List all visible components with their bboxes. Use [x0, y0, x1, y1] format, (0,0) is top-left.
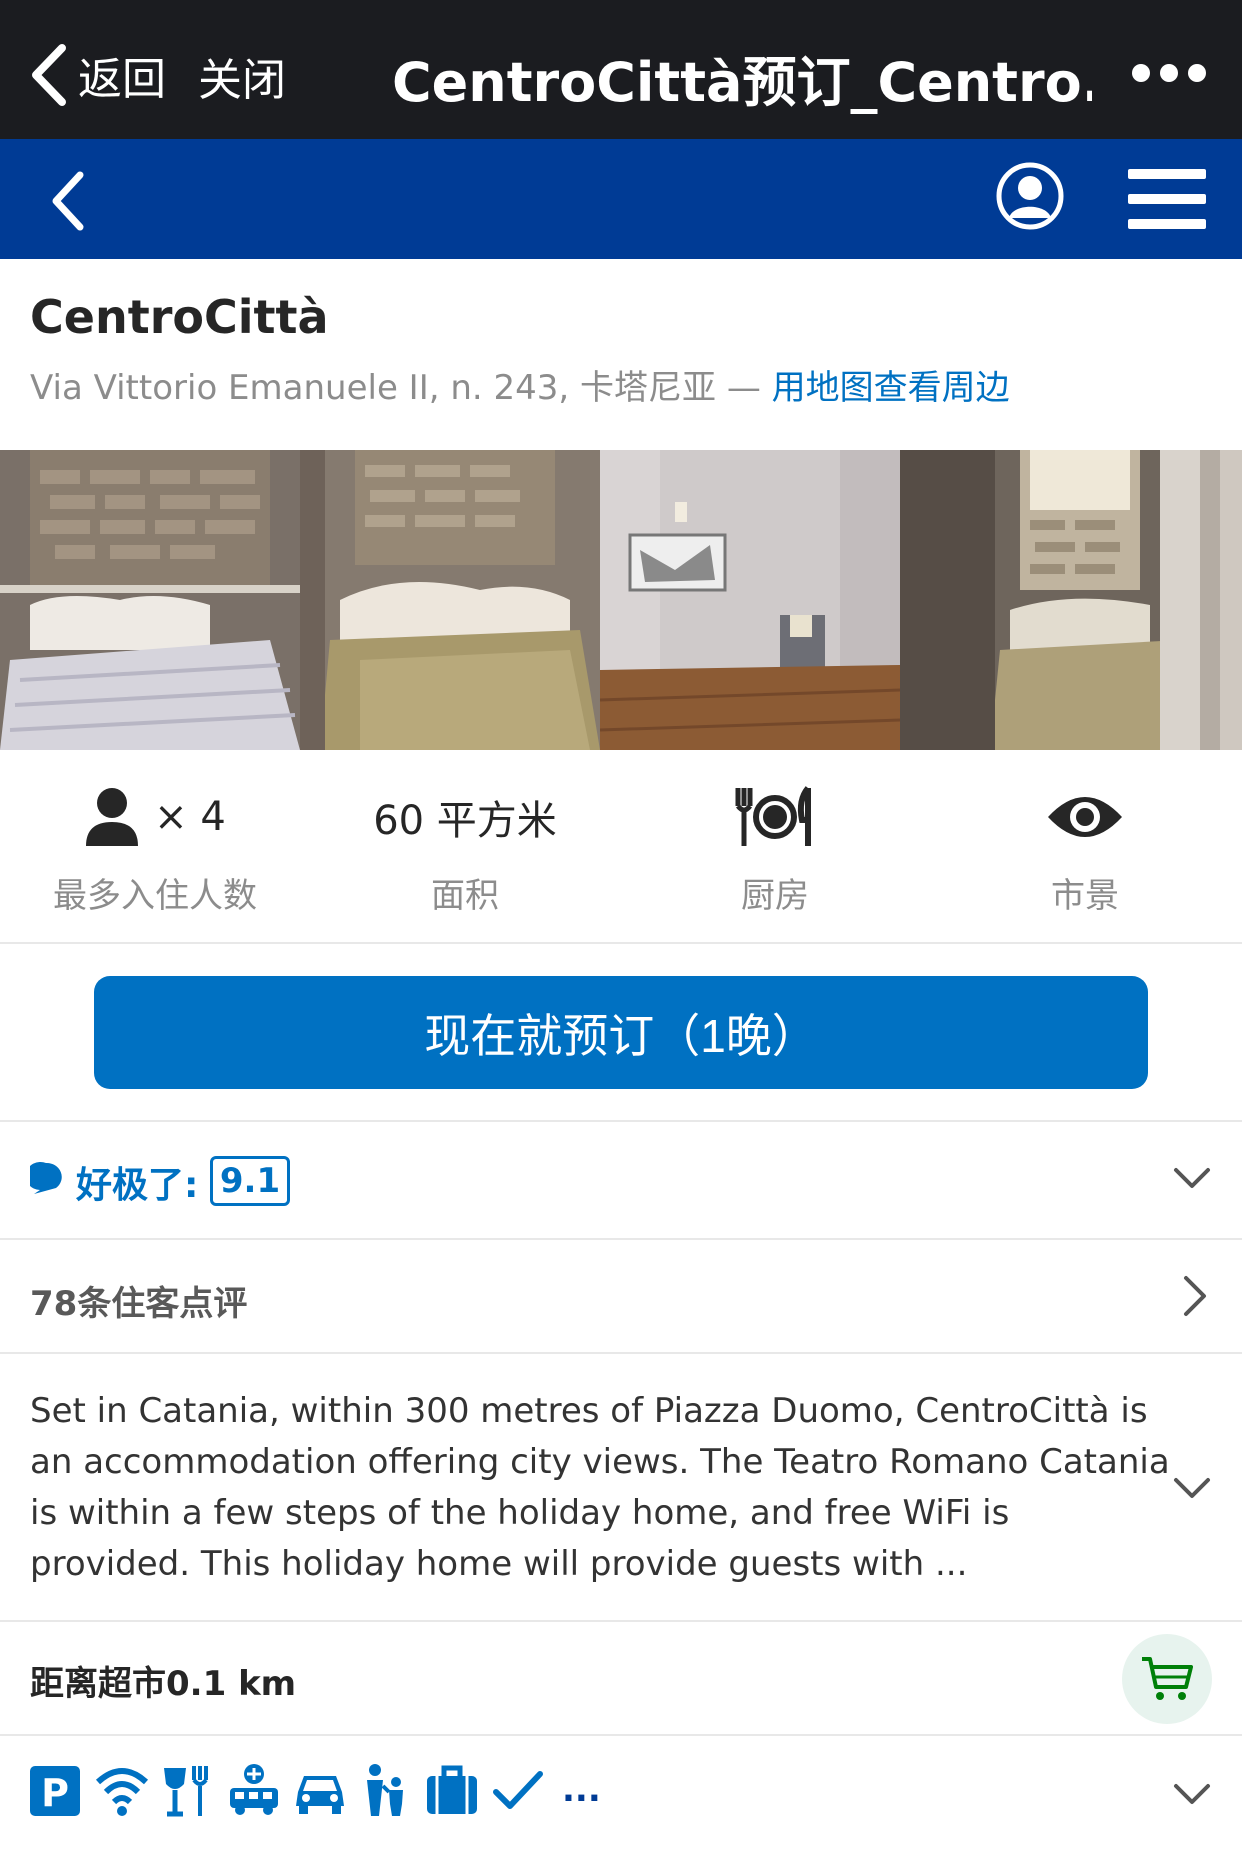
- parking-icon: P: [30, 1766, 80, 1816]
- book-now-button[interactable]: 现在就预订（1晚）: [94, 976, 1148, 1089]
- shopping-cart-badge: [1122, 1634, 1212, 1724]
- svg-text:P: P: [41, 1771, 69, 1815]
- shopping-cart-icon: [1142, 1657, 1193, 1700]
- car-icon: [296, 1776, 344, 1814]
- fact-city-view: 市景: [930, 752, 1240, 917]
- wifi-icon: [95, 1768, 149, 1816]
- hamburger-line: [1128, 219, 1206, 229]
- check-icon: [493, 1771, 543, 1809]
- property-description: Set in Catania, within 300 metres of Pia…: [30, 1391, 1170, 1584]
- address-text: Via Vittorio Emanuele II, n. 243, 卡塔尼亚 —: [30, 368, 772, 408]
- account-icon[interactable]: [995, 161, 1065, 231]
- luggage-icon: [427, 1765, 477, 1814]
- hotel-address: Via Vittorio Emanuele II, n. 243, 卡塔尼亚 —…: [30, 360, 1010, 409]
- rating-score-badge: 9.1: [210, 1156, 290, 1206]
- room-facts: × 4 最多入住人数 60 平方米 面积 厨房 市景: [0, 752, 1242, 944]
- chevron-down-icon: [1174, 1784, 1210, 1804]
- person-icon: [86, 788, 139, 846]
- room-photo[interactable]: [300, 450, 600, 750]
- airport-shuttle-icon: [230, 1764, 278, 1815]
- restaurant-icon: [164, 1766, 208, 1817]
- facility-icons: P ...: [28, 1762, 601, 1818]
- room-photo[interactable]: [600, 450, 900, 750]
- webview-topbar: 返回 关闭 CentroCittà预订_Centro...: [0, 0, 1242, 139]
- hotel-name: CentroCittà: [30, 290, 329, 344]
- fact-label: 最多入住人数: [53, 876, 257, 916]
- more-options-button[interactable]: [1132, 58, 1206, 88]
- supermarket-distance: 距离超市0.1 km: [30, 1664, 297, 1704]
- fact-area: 60 平方米 面积: [310, 752, 620, 917]
- speech-bubble-icon: [30, 1162, 62, 1194]
- rating-row[interactable]: 好极了: 9.1: [0, 1120, 1242, 1238]
- close-button[interactable]: 关闭: [198, 44, 286, 108]
- chevron-left-icon[interactable]: [44, 169, 94, 233]
- fact-label: 厨房: [741, 876, 809, 916]
- chevron-down-icon: [1174, 1478, 1210, 1498]
- reviews-row[interactable]: 78条住客点评: [0, 1238, 1242, 1352]
- fact-label: 面积: [431, 876, 499, 916]
- dot-icon: [1188, 64, 1206, 82]
- chevron-left-icon: [32, 44, 66, 106]
- menu-button[interactable]: [1128, 169, 1206, 229]
- distance-row: 距离超市0.1 km: [0, 1620, 1242, 1734]
- dot-icon: [1160, 64, 1178, 82]
- dot-icon: [1132, 64, 1150, 82]
- facilities-row[interactable]: P ...: [0, 1734, 1242, 1853]
- site-navbar: [0, 139, 1242, 259]
- eye-icon: [1048, 797, 1122, 837]
- fact-label: 市景: [1051, 876, 1119, 916]
- rating-label: 好极了:: [76, 1165, 199, 1206]
- fact-value: × 4: [0, 772, 310, 862]
- family-icon: [367, 1764, 403, 1816]
- back-label: 返回: [78, 54, 166, 105]
- photo-gallery[interactable]: [0, 450, 1242, 750]
- page-title: CentroCittà预订_Centro...: [392, 51, 1092, 114]
- back-button[interactable]: 返回: [28, 40, 166, 110]
- hamburger-line: [1128, 194, 1206, 204]
- description-row[interactable]: Set in Catania, within 300 metres of Pia…: [0, 1352, 1242, 1620]
- more-facilities: ...: [562, 1770, 601, 1810]
- room-photo[interactable]: [900, 450, 1200, 750]
- area-value: 60 平方米: [373, 798, 557, 844]
- room-photo[interactable]: [1200, 450, 1242, 750]
- kitchen-icon: [735, 786, 811, 846]
- review-count: 78条住客点评: [30, 1284, 248, 1324]
- fact-max-guests: × 4 最多入住人数: [0, 752, 310, 917]
- fact-kitchen: 厨房: [620, 752, 930, 917]
- max-guests-value: × 4: [154, 794, 226, 840]
- chevron-down-icon: [1174, 1168, 1210, 1188]
- map-link[interactable]: 用地图查看周边: [772, 368, 1010, 408]
- room-photo[interactable]: [0, 450, 300, 750]
- hamburger-line: [1128, 169, 1206, 179]
- chevron-right-icon: [1184, 1276, 1206, 1316]
